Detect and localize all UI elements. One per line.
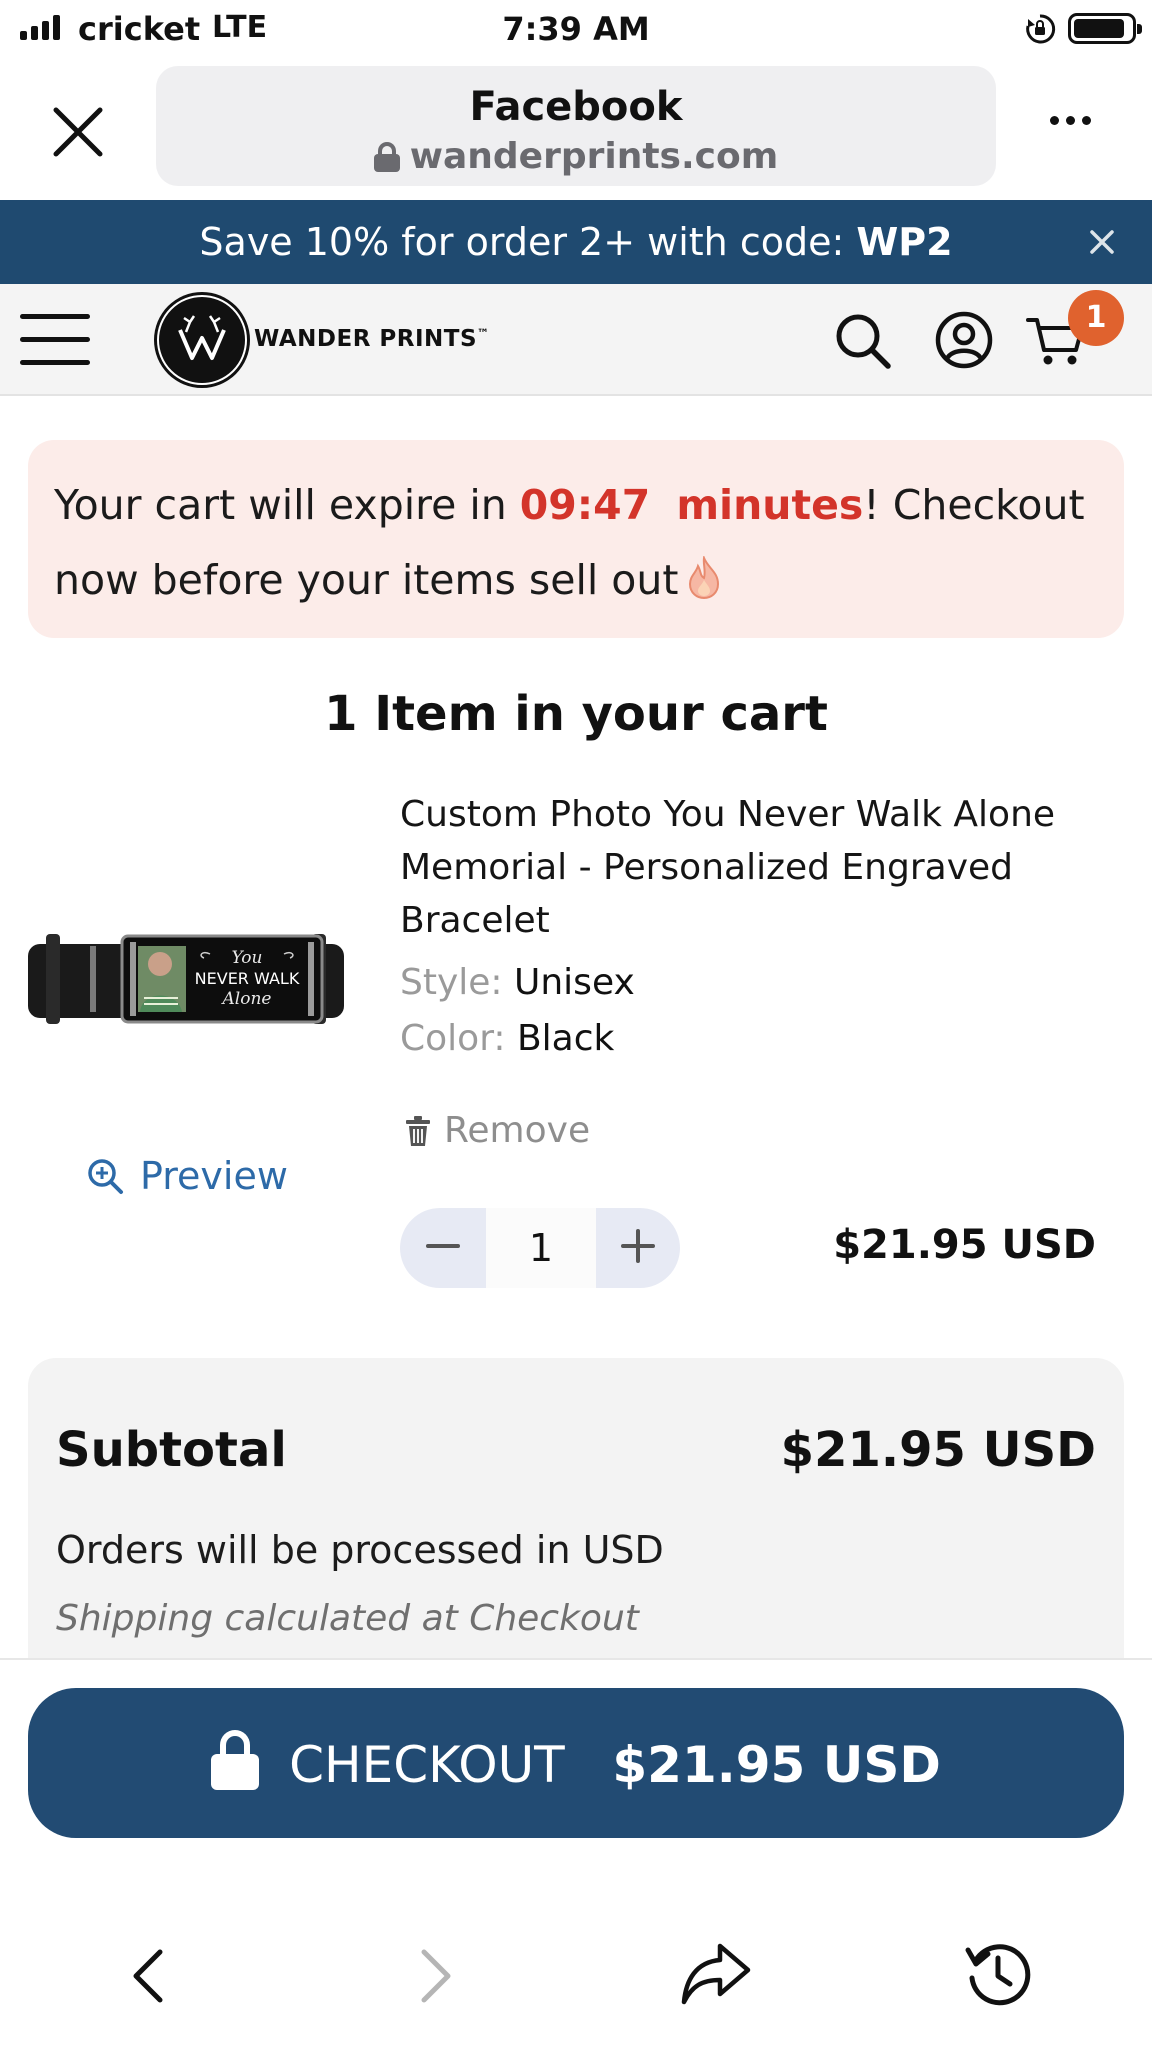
product-image[interactable]: You NEVER WALK Alone	[26, 920, 346, 1038]
expiry-unit: minutes	[676, 481, 864, 529]
line-item-price: $21.95 USD	[833, 1222, 1096, 1268]
menu-icon[interactable]	[20, 314, 90, 366]
more-icon[interactable]	[1050, 116, 1091, 125]
expiry-prefix: Your cart will expire in	[54, 481, 520, 529]
checkout-button[interactable]: CHECKOUT $21.95 USD	[28, 1688, 1124, 1838]
promo-code: WP2	[856, 220, 953, 264]
color-value: Black	[516, 1018, 615, 1059]
share-icon[interactable]	[680, 1940, 752, 2006]
status-bar: cricket LTE 7:39 AM	[0, 0, 1152, 58]
brand-name: WANDER PRINTS™	[254, 326, 490, 352]
browser-url: wanderprints.com	[156, 136, 996, 177]
browser-domain: wanderprints.com	[409, 136, 779, 177]
lock-icon	[211, 1730, 260, 1790]
close-icon[interactable]	[48, 102, 108, 162]
search-icon[interactable]	[834, 312, 892, 370]
back-icon[interactable]	[124, 1944, 172, 2008]
engraving-line-2: NEVER WALK	[195, 969, 300, 988]
expiry-message: Your cart will expire in 09:47 minutes! …	[54, 468, 1104, 618]
rotation-lock-icon	[1026, 14, 1056, 44]
minus-icon[interactable]	[400, 1208, 486, 1288]
brand-logo[interactable]	[154, 292, 250, 388]
product-title[interactable]: Custom Photo You Never Walk Alone Memori…	[400, 788, 1100, 947]
banner-close-icon[interactable]	[1086, 226, 1118, 258]
style-value: Unisex	[514, 962, 635, 1003]
browser-toolbar	[0, 1900, 1152, 2048]
remove-label: Remove	[444, 1110, 591, 1151]
currency-note: Orders will be processed in USD	[56, 1528, 664, 1572]
address-bar[interactable]: Facebook wanderprints.com	[156, 66, 996, 186]
quantity-stepper: 1	[400, 1208, 680, 1288]
trash-icon	[406, 1115, 430, 1146]
preview-button[interactable]: Preview	[86, 1154, 288, 1198]
browser-page-title: Facebook	[469, 84, 683, 130]
subtotal-label: Subtotal	[56, 1422, 287, 1478]
checkout-amount: $21.95 USD	[612, 1736, 941, 1794]
quantity-value[interactable]: 1	[486, 1208, 596, 1288]
order-summary: Subtotal $21.95 USD Orders will be proce…	[28, 1358, 1124, 1658]
promo-text: Save 10% for order 2+ with code: WP2	[0, 220, 1152, 264]
cart-count-badge: 1	[1068, 290, 1124, 346]
color-label: Color:	[400, 1018, 506, 1059]
engraving-line-3: Alone	[221, 989, 272, 1009]
forward-icon[interactable]	[412, 1944, 460, 2008]
expiry-timer: 09:47	[519, 481, 651, 529]
preview-label: Preview	[140, 1154, 288, 1198]
flame-icon	[689, 556, 720, 600]
trademark-mark: ™	[477, 326, 490, 341]
engraving-line-1: You	[232, 948, 263, 968]
promo-message: Save 10% for order 2+ with code:	[199, 220, 857, 264]
checkout-bar: CHECKOUT $21.95 USD	[0, 1658, 1152, 1858]
checkout-content: CHECKOUT $21.95 USD	[28, 1730, 1124, 1794]
site-header: WANDER PRINTS™ 1	[0, 284, 1152, 396]
in-app-browser-header: Facebook wanderprints.com	[0, 58, 1152, 200]
subtotal-value: $21.95 USD	[780, 1422, 1096, 1478]
zoom-in-icon	[88, 1159, 123, 1194]
remove-button[interactable]: Remove	[404, 1110, 590, 1151]
shipping-note: Shipping calculated at Checkout	[56, 1598, 639, 1639]
brand-text: WANDER PRINTS	[254, 326, 478, 352]
plus-icon[interactable]	[596, 1208, 680, 1288]
history-icon[interactable]	[964, 1940, 1032, 2008]
battery-icon	[1068, 13, 1142, 44]
status-time: 7:39 AM	[502, 10, 650, 48]
cart-heading: 1 Item in your cart	[324, 686, 828, 742]
account-icon[interactable]	[934, 310, 994, 370]
lock-icon	[373, 142, 400, 172]
checkout-label: CHECKOUT	[289, 1736, 565, 1794]
cart-expiry-notice: Your cart will expire in 09:47 minutes! …	[28, 440, 1124, 638]
promo-banner: Save 10% for order 2+ with code: WP2	[0, 200, 1152, 284]
style-label: Style:	[400, 962, 503, 1003]
product-color: Color: Black	[400, 1018, 614, 1059]
product-style: Style: Unisex	[400, 962, 635, 1003]
